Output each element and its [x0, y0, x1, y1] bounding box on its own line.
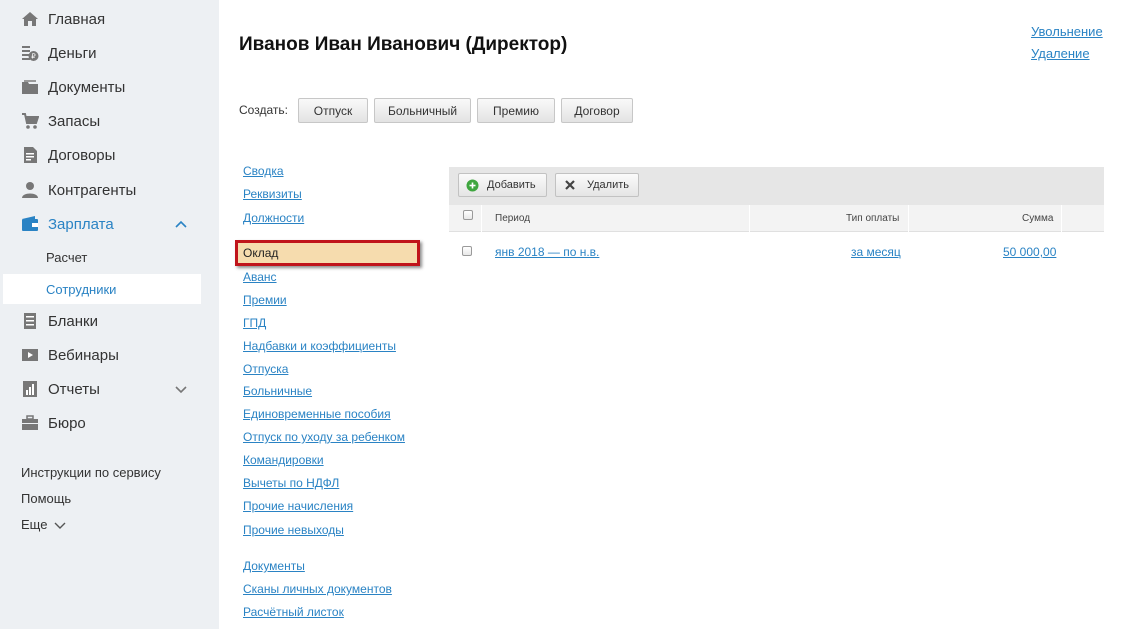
create-vacation-button[interactable]: Отпуск [298, 98, 368, 123]
column-divider [908, 205, 909, 232]
menu-documents[interactable]: Документы [243, 559, 305, 573]
select-all-checkbox[interactable] [463, 210, 473, 220]
instructions-link[interactable]: Инструкции по сервису [21, 465, 161, 480]
nav-label: Контрагенты [48, 181, 137, 199]
row-period-link[interactable]: янв 2018 — по н.в. [495, 245, 599, 259]
nav-item-contracts[interactable]: Договоры [0, 140, 219, 170]
menu-bonuses[interactable]: Премии [243, 293, 287, 307]
delete-button[interactable]: Удалить [555, 173, 639, 197]
column-divider [481, 205, 482, 232]
delete-link[interactable]: Удаление [1031, 46, 1090, 61]
column-period[interactable]: Период [495, 213, 530, 224]
add-label: Добавить [487, 179, 536, 191]
menu-parental-leave[interactable]: Отпуск по уходу за ребенком [243, 430, 405, 444]
table-header: Период Тип оплаты Сумма [449, 205, 1104, 232]
menu-positions[interactable]: Должности [243, 211, 304, 225]
nav-label: Отчеты [48, 380, 100, 398]
column-pay-type[interactable]: Тип оплаты [846, 213, 899, 224]
sub-item-calculation[interactable]: Расчет [3, 242, 201, 272]
form-icon [20, 311, 40, 331]
menu-vacations[interactable]: Отпуска [243, 362, 288, 376]
menu-personal-scans[interactable]: Сканы личных документов [243, 582, 392, 596]
row-checkbox[interactable] [462, 246, 472, 256]
nav-item-stock[interactable]: Запасы [0, 106, 219, 136]
create-bonus-button[interactable]: Премию [477, 98, 555, 123]
close-icon [565, 180, 575, 190]
menu-other-absences[interactable]: Прочие невыходы [243, 523, 344, 537]
nav-item-home[interactable]: Главная [0, 4, 219, 34]
help-link[interactable]: Помощь [21, 491, 71, 506]
nav-item-reports[interactable]: Отчеты [0, 374, 219, 404]
create-contract-button[interactable]: Договор [561, 98, 633, 123]
sub-item-employees[interactable]: Сотрудники [3, 274, 201, 304]
menu-requisites[interactable]: Реквизиты [243, 187, 302, 201]
dismiss-link[interactable]: Увольнение [1031, 24, 1103, 39]
menu-allowances[interactable]: Надбавки и коэффициенты [243, 339, 396, 353]
nav-label: Главная [48, 10, 106, 28]
table-toolbar: Добавить Удалить [449, 167, 1104, 205]
briefcase-icon [20, 413, 40, 433]
nav-label: Бюро [48, 414, 86, 432]
report-icon [20, 379, 40, 399]
nav-label: Запасы [48, 112, 101, 130]
add-button[interactable]: Добавить [458, 173, 547, 197]
delete-label: Удалить [587, 179, 629, 191]
menu-other-accruals[interactable]: Прочие начисления [243, 499, 353, 513]
row-pay-type-link[interactable]: за месяц [851, 245, 901, 259]
nav-item-money[interactable]: ₽ Деньги [0, 38, 219, 68]
column-divider [1061, 205, 1062, 232]
salary-table-panel: Добавить Удалить Период Тип оплаты Сумма [449, 167, 1104, 232]
nav-label: Вебинары [48, 346, 119, 364]
menu-advance[interactable]: Аванс [243, 270, 277, 284]
person-icon [20, 180, 40, 200]
home-icon [20, 9, 40, 29]
folder-icon [20, 77, 40, 97]
nav-item-documents[interactable]: Документы [0, 72, 219, 102]
plus-circle-icon [466, 179, 479, 191]
chevron-up-icon[interactable] [174, 217, 188, 231]
menu-gpd[interactable]: ГПД [243, 316, 266, 330]
nav-item-salary[interactable]: Зарплата [0, 209, 219, 239]
menu-summary[interactable]: Сводка [243, 164, 284, 178]
column-amount[interactable]: Сумма [1022, 213, 1053, 224]
nav-item-webinars[interactable]: Вебинары [0, 340, 219, 370]
nav-label: Зарплата [48, 215, 114, 233]
column-divider [749, 205, 750, 232]
nav-label: Бланки [48, 312, 98, 330]
nav-label: Деньги [48, 44, 97, 62]
menu-business-trips[interactable]: Командировки [243, 453, 324, 467]
nav-label: Договоры [48, 146, 116, 164]
wallet-icon [20, 214, 40, 234]
create-label: Создать: [239, 103, 288, 117]
chevron-down-icon [54, 522, 66, 529]
row-amount-link[interactable]: 50 000,00 [1003, 245, 1056, 259]
nav-item-counterparties[interactable]: Контрагенты [0, 175, 219, 205]
page-title: Иванов Иван Иванович (Директор) [239, 34, 568, 55]
menu-tax-deductions[interactable]: Вычеты по НДФЛ [243, 476, 339, 490]
nav-item-forms[interactable]: Бланки [0, 306, 219, 336]
money-icon: ₽ [20, 43, 40, 63]
cart-icon [20, 111, 40, 131]
menu-payslip[interactable]: Расчётный листок [243, 605, 344, 619]
nav-label: Документы [48, 78, 126, 96]
menu-one-time-benefits[interactable]: Единовременные пособия [243, 407, 391, 421]
chevron-down-icon[interactable] [174, 382, 188, 396]
menu-salary-selected[interactable]: Оклад [235, 240, 420, 266]
contract-icon [20, 145, 40, 165]
sidebar: Главная ₽ Деньги Документы Запасы Догово… [0, 0, 219, 629]
svg-text:₽: ₽ [31, 53, 36, 61]
more-label: Еще [21, 517, 48, 532]
more-link[interactable]: Еще [21, 517, 66, 532]
nav-item-bureau[interactable]: Бюро [0, 408, 219, 438]
video-icon [20, 345, 40, 365]
create-sick-leave-button[interactable]: Больничный [374, 98, 471, 123]
menu-sick-leaves[interactable]: Больничные [243, 384, 312, 398]
